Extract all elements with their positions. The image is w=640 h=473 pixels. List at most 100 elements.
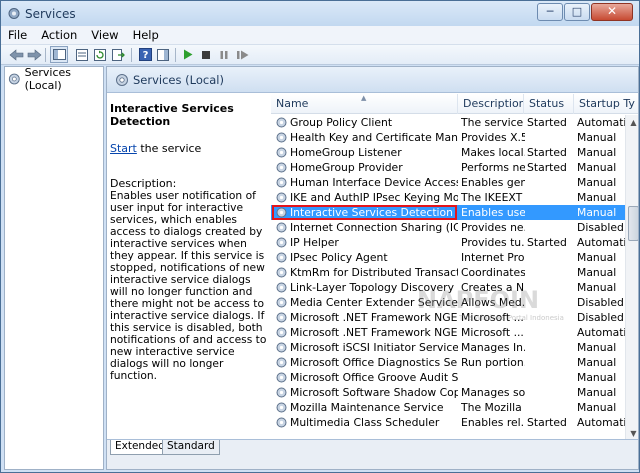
service-startup-type: Disabled bbox=[577, 221, 624, 234]
column-header-startup-type[interactable]: Startup Ty bbox=[574, 94, 638, 114]
stop-service-button[interactable] bbox=[197, 46, 215, 63]
service-name-cell: IPsec Policy Agent bbox=[271, 250, 458, 265]
service-description: Provides X.5... bbox=[461, 131, 525, 144]
show-hide-console-tree-button[interactable] bbox=[50, 46, 68, 63]
service-startup-type: Automatic bbox=[577, 326, 625, 339]
service-row[interactable]: Microsoft Software Shadow Copy Prov...Ma… bbox=[271, 385, 625, 400]
service-gear-icon bbox=[276, 297, 287, 308]
column-headers: Name ▲ Description Status Startup Ty bbox=[271, 94, 638, 114]
service-row[interactable]: IKE and AuthIP IPsec Keying ModulesThe I… bbox=[271, 190, 625, 205]
window-title: Services bbox=[25, 7, 76, 21]
service-description: Internet Pro... bbox=[461, 251, 525, 264]
service-startup-type: Manual bbox=[577, 191, 617, 204]
start-service-line: Start the service bbox=[110, 142, 269, 155]
export-list-button[interactable] bbox=[109, 46, 127, 63]
service-status bbox=[527, 325, 575, 340]
service-row[interactable]: Microsoft Office Groove Audit Service Man… bbox=[271, 370, 625, 385]
refresh-button[interactable] bbox=[91, 46, 109, 63]
sort-ascending-icon: ▲ bbox=[361, 94, 367, 102]
start-service-suffix: the service bbox=[136, 142, 202, 155]
services-gear-icon bbox=[116, 74, 128, 86]
service-row[interactable]: Microsoft iSCSI Initiator Service Manages… bbox=[271, 340, 625, 355]
scrollbar-thumb[interactable] bbox=[628, 206, 638, 241]
services-list: Name ▲ Description Status Startup Ty Gro… bbox=[271, 94, 638, 441]
service-description: Enables use... bbox=[461, 206, 525, 219]
pause-service-button[interactable] bbox=[215, 46, 233, 63]
tab-standard[interactable]: Standard bbox=[162, 440, 220, 455]
selected-row-highlight-box bbox=[272, 205, 457, 220]
service-gear-icon bbox=[276, 402, 287, 413]
service-row[interactable]: Group Policy Client The service ...Starte… bbox=[271, 115, 625, 130]
service-gear-icon bbox=[276, 252, 287, 263]
maximize-button[interactable]: □ bbox=[564, 3, 590, 21]
tab-extended[interactable]: Extended bbox=[110, 440, 170, 455]
service-name-cell: Group Policy Client bbox=[271, 115, 458, 130]
minimize-button[interactable]: ─ bbox=[537, 3, 563, 21]
service-row[interactable]: IPsec Policy Agent Internet Pro... Manual bbox=[271, 250, 625, 265]
maximize-icon: □ bbox=[571, 5, 583, 18]
show-action-pane-button[interactable] bbox=[154, 46, 172, 63]
service-row[interactable]: Multimedia Class Scheduler Enables rel...… bbox=[271, 415, 625, 430]
start-service-button[interactable] bbox=[179, 46, 197, 63]
service-description: Manages so... bbox=[461, 386, 525, 399]
service-name: Health Key and Certificate Management bbox=[290, 131, 458, 144]
list-vertical-scrollbar[interactable]: ▲ ▼ bbox=[625, 115, 638, 441]
service-row[interactable]: IP Helper Provides tu...Started Automatic bbox=[271, 235, 625, 250]
service-description: Enables gen... bbox=[461, 176, 525, 189]
service-name: Microsoft .NET Framework NGEN v4.0.... bbox=[290, 326, 458, 339]
service-gear-icon bbox=[276, 222, 287, 233]
service-status bbox=[527, 130, 575, 145]
service-name-cell: KtmRm for Distributed Transaction Co... bbox=[271, 265, 458, 280]
service-name: Microsoft iSCSI Initiator Service bbox=[290, 341, 458, 354]
service-startup-type: Manual bbox=[577, 251, 617, 264]
service-name-cell: Internet Connection Sharing (ICS) bbox=[271, 220, 458, 235]
service-status bbox=[527, 355, 575, 370]
scroll-up-arrow-icon[interactable]: ▲ bbox=[626, 115, 638, 130]
menu-help[interactable]: Help bbox=[126, 26, 166, 45]
back-button[interactable] bbox=[7, 46, 25, 63]
menu-bar: File Action View Help bbox=[1, 26, 639, 45]
title-bar[interactable]: Services ─ □ ✕ bbox=[1, 1, 639, 26]
column-header-description[interactable]: Description bbox=[458, 94, 524, 114]
menu-view[interactable]: View bbox=[84, 26, 125, 45]
service-gear-icon bbox=[276, 192, 287, 203]
window-controls: ─ □ ✕ bbox=[536, 3, 633, 21]
tree-item-services-local[interactable]: Services (Local) bbox=[8, 66, 103, 92]
service-detail-panel: Interactive Services Detection Start the… bbox=[107, 94, 272, 439]
services-app-icon bbox=[8, 8, 20, 19]
refresh-icon bbox=[94, 48, 106, 61]
service-name: KtmRm for Distributed Transaction Co... bbox=[290, 266, 458, 279]
service-row[interactable]: Microsoft .NET Framework NGEN v4.0....Mi… bbox=[271, 325, 625, 340]
restart-service-button[interactable] bbox=[233, 46, 251, 63]
service-name-cell: Microsoft iSCSI Initiator Service bbox=[271, 340, 458, 355]
close-button[interactable]: ✕ bbox=[591, 3, 633, 21]
help-button[interactable]: ? bbox=[136, 46, 154, 63]
service-description: The IKEEXT ... bbox=[461, 191, 525, 204]
service-name: Microsoft Office Groove Audit Service bbox=[290, 371, 458, 384]
service-row[interactable]: Microsoft Office Diagnostics ServiceRun … bbox=[271, 355, 625, 370]
service-row[interactable]: Mozilla Maintenance Service The Mozilla .… bbox=[271, 400, 625, 415]
service-row[interactable]: KtmRm for Distributed Transaction Co...C… bbox=[271, 265, 625, 280]
pane-header-title: Services (Local) bbox=[133, 73, 224, 87]
service-row[interactable]: HomeGroup Provider Performs ne...Started M… bbox=[271, 160, 625, 175]
column-header-status[interactable]: Status bbox=[524, 94, 574, 114]
service-row[interactable]: Interactive Services Detection Enables us… bbox=[271, 205, 625, 220]
service-name: Human Interface Device Access bbox=[290, 176, 458, 189]
service-row[interactable]: Internet Connection Sharing (ICS) Provide… bbox=[271, 220, 625, 235]
service-name: Microsoft Office Diagnostics Service bbox=[290, 356, 458, 369]
toolbar-separator bbox=[175, 48, 176, 62]
forward-button[interactable] bbox=[25, 46, 43, 63]
start-service-link[interactable]: Start bbox=[110, 142, 137, 155]
properties-pane-button[interactable] bbox=[73, 46, 91, 63]
service-row[interactable]: HomeGroup Listener Makes local...Started M… bbox=[271, 145, 625, 160]
service-status bbox=[527, 340, 575, 355]
service-description: Provides tu... bbox=[461, 236, 525, 249]
service-row[interactable]: Health Key and Certificate ManagementPro… bbox=[271, 130, 625, 145]
console-tree: Services (Local) bbox=[4, 66, 104, 470]
forward-arrow-icon bbox=[27, 48, 41, 61]
close-icon: ✕ bbox=[606, 4, 618, 18]
menu-action[interactable]: Action bbox=[34, 26, 84, 45]
menu-file[interactable]: File bbox=[1, 26, 34, 45]
service-row[interactable]: Human Interface Device AccessEnables gen… bbox=[271, 175, 625, 190]
service-description-text: Enables user notification of user input … bbox=[110, 189, 267, 382]
